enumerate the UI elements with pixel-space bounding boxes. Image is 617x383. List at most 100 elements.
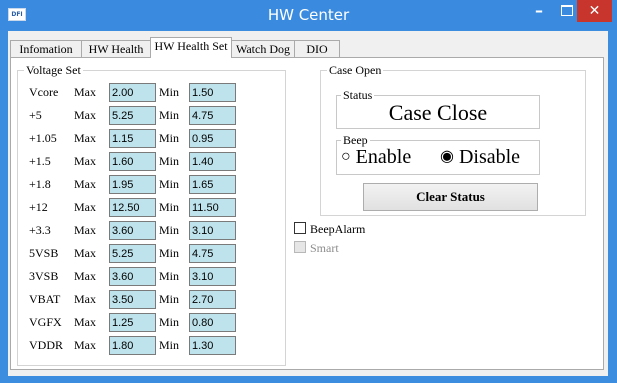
max-label: Max <box>74 269 96 283</box>
voltage-name: +12 <box>29 200 48 214</box>
voltage-row: VGFX Max Min <box>18 313 288 333</box>
tab-dio[interactable]: DIO <box>294 40 340 57</box>
min-label: Min <box>159 338 180 352</box>
max-label: Max <box>74 85 96 99</box>
max-label: Max <box>74 315 96 329</box>
min-label: Min <box>159 315 180 329</box>
min-label: Min <box>159 223 180 237</box>
min-voltage-input[interactable] <box>189 175 236 194</box>
min-label: Min <box>159 246 180 260</box>
smart-label: Smart <box>310 241 339 255</box>
max-label: Max <box>74 108 96 122</box>
voltage-name: +1.05 <box>29 131 57 145</box>
radio-unselected-icon: ○ <box>341 148 351 165</box>
max-voltage-input[interactable] <box>109 175 156 194</box>
voltage-row: +3.3 Max Min <box>18 221 288 241</box>
client-area: Infomation HW Health HW Health Set Watch… <box>8 31 608 376</box>
minimize-button[interactable]: – <box>522 0 556 22</box>
voltage-name: Vcore <box>29 85 59 99</box>
enable-radio[interactable]: ○ Enable <box>341 146 411 169</box>
disable-radio[interactable]: ◉ Disable <box>440 146 520 169</box>
tab-hw-health[interactable]: HW Health <box>81 40 151 57</box>
min-label: Min <box>159 154 180 168</box>
min-label: Min <box>159 269 180 283</box>
disable-label: Disable <box>458 146 521 168</box>
tab-infomation[interactable]: Infomation <box>10 40 82 57</box>
voltage-name: +5 <box>29 108 42 122</box>
max-voltage-input[interactable] <box>109 106 156 125</box>
min-label: Min <box>159 85 180 99</box>
voltage-row: 3VSB Max Min <box>18 267 288 287</box>
min-label: Min <box>159 177 180 191</box>
case-status-text: Case Close <box>388 100 488 125</box>
voltage-name: 5VSB <box>29 246 59 260</box>
tab-hw-health-set[interactable]: HW Health Set <box>150 37 232 58</box>
max-voltage-input[interactable] <box>109 290 156 309</box>
voltage-row: VDDR Max Min <box>18 336 288 356</box>
case-open-legend: Case Open <box>327 63 384 77</box>
max-label: Max <box>74 154 96 168</box>
min-label: Min <box>159 131 180 145</box>
max-voltage-input[interactable] <box>109 336 156 355</box>
voltage-row: 5VSB Max Min <box>18 244 288 264</box>
max-label: Max <box>74 292 96 306</box>
min-voltage-input[interactable] <box>189 221 236 240</box>
max-voltage-input[interactable] <box>109 198 156 217</box>
voltage-set-legend: Voltage Set <box>24 63 83 77</box>
max-voltage-input[interactable] <box>109 152 156 171</box>
min-voltage-input[interactable] <box>189 198 236 217</box>
min-label: Min <box>159 108 180 122</box>
voltage-name: +3.3 <box>29 223 51 237</box>
voltage-row: VBAT Max Min <box>18 290 288 310</box>
tab-page-hw-health-set: Voltage Set Vcore Max Min +5 Max Min +1.05 Max M… <box>10 57 604 370</box>
title-bar[interactable]: DFI HW Center – ✕ <box>0 0 617 30</box>
max-label: Max <box>74 246 96 260</box>
voltage-name: +1.5 <box>29 154 51 168</box>
smart-checkbox[interactable] <box>294 241 306 253</box>
enable-label: Enable <box>355 146 412 168</box>
app-window: DFI HW Center – ✕ Infomation HW Health H… <box>0 0 617 383</box>
max-label: Max <box>74 177 96 191</box>
max-voltage-input[interactable] <box>109 313 156 332</box>
radio-selected-icon: ◉ <box>440 148 454 165</box>
min-label: Min <box>159 292 180 306</box>
voltage-row: +1.8 Max Min <box>18 175 288 195</box>
min-voltage-input[interactable] <box>189 106 236 125</box>
min-voltage-input[interactable] <box>189 129 236 148</box>
min-voltage-input[interactable] <box>189 244 236 263</box>
voltage-row: Vcore Max Min <box>18 83 288 103</box>
voltage-name: VBAT <box>29 292 61 306</box>
voltage-row: +1.5 Max Min <box>18 152 288 172</box>
max-voltage-input[interactable] <box>109 267 156 286</box>
max-label: Max <box>74 131 96 145</box>
min-label: Min <box>159 200 180 214</box>
beep-box: Beep ○ Enable ◉ Disable <box>336 134 540 175</box>
min-voltage-input[interactable] <box>189 152 236 171</box>
min-voltage-input[interactable] <box>189 290 236 309</box>
max-voltage-input[interactable] <box>109 221 156 240</box>
max-label: Max <box>74 338 96 352</box>
voltage-name: +1.8 <box>29 177 51 191</box>
voltage-name: 3VSB <box>29 269 59 283</box>
maximize-button[interactable] <box>556 0 578 22</box>
voltage-set-group: Voltage Set Vcore Max Min +5 Max Min +1.05 Max M… <box>17 63 288 366</box>
voltage-name: VDDR <box>29 338 64 352</box>
beep-alarm-checkbox[interactable] <box>294 222 306 234</box>
min-voltage-input[interactable] <box>189 267 236 286</box>
max-label: Max <box>74 223 96 237</box>
case-open-group: Case Open Status Case Close Beep ○ Enabl… <box>320 63 586 216</box>
maximize-icon <box>561 5 573 16</box>
min-voltage-input[interactable] <box>189 336 236 355</box>
beep-alarm-label: BeepAlarm <box>310 222 366 236</box>
max-voltage-input[interactable] <box>109 129 156 148</box>
max-voltage-input[interactable] <box>109 83 156 102</box>
max-voltage-input[interactable] <box>109 244 156 263</box>
clear-status-button[interactable]: Clear Status <box>363 183 538 211</box>
min-voltage-input[interactable] <box>189 83 236 102</box>
close-button[interactable]: ✕ <box>577 0 612 22</box>
voltage-name: VGFX <box>29 315 62 329</box>
min-voltage-input[interactable] <box>189 313 236 332</box>
tab-watch-dog[interactable]: Watch Dog <box>231 40 295 57</box>
voltage-row: +5 Max Min <box>18 106 288 126</box>
max-label: Max <box>74 200 96 214</box>
